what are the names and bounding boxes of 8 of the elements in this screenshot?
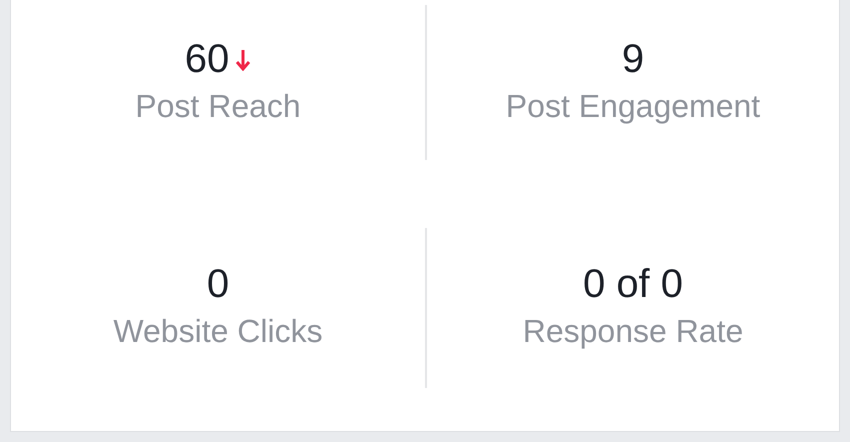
- metric-value: 0 of 0: [582, 261, 684, 307]
- metric-value: 0: [206, 261, 230, 307]
- metric-value: 60: [184, 36, 230, 82]
- metric-label: Post Reach: [135, 86, 301, 126]
- metric-value: 9: [622, 36, 644, 82]
- metric-label: Response Rate: [522, 312, 744, 351]
- metric-label: Website Clicks: [113, 312, 323, 351]
- metric-label: Post Engagement: [506, 86, 760, 126]
